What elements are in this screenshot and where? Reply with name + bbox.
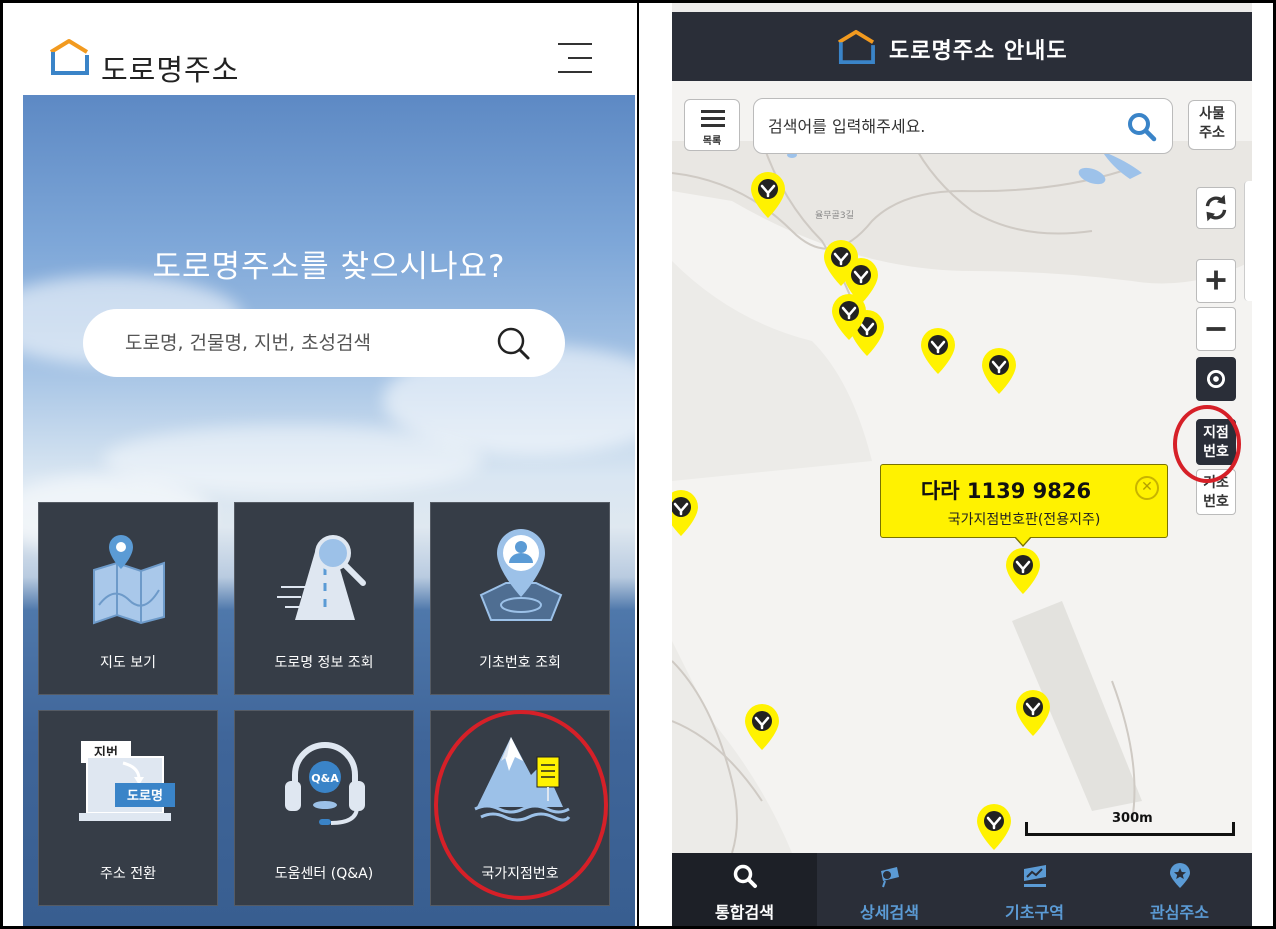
point-marker-icon[interactable] <box>919 327 957 375</box>
my-location-button[interactable] <box>1196 357 1236 401</box>
minus-icon <box>1206 327 1226 331</box>
list-menu-button[interactable]: 목록 <box>684 99 740 151</box>
thing-address-line2: 주소 <box>1199 125 1225 141</box>
map-search-input[interactable] <box>768 99 1108 153</box>
side-drawer-handle[interactable] <box>1244 181 1252 301</box>
badge-doromyeong: 도로명 <box>127 788 163 804</box>
map-pin-icon <box>93 535 165 625</box>
search-icon <box>733 864 757 888</box>
refresh-button[interactable] <box>1196 187 1236 229</box>
headset-icon: Q&A <box>285 742 365 825</box>
base-number-line2: 번호 <box>1203 494 1229 510</box>
left-panel-home: 도로명주소 도로명주소를 찾으시나요? 도로명, 건물명, 지번, 초성검색 지… <box>3 3 637 926</box>
house-logo-icon[interactable] <box>47 38 91 76</box>
plus-icon <box>1206 270 1226 290</box>
point-marker-icon[interactable] <box>830 293 868 341</box>
main-search-input[interactable] <box>125 309 485 377</box>
road-name-label: 율무골3길 <box>815 211 854 221</box>
tab-label: 상세검색 <box>860 903 919 922</box>
tile-label: 기초번호 조회 <box>479 655 561 671</box>
map-title: 도로명주소 안내도 <box>889 39 1068 64</box>
popup-point-type: 국가지점번호판(전용지주) <box>947 512 1101 528</box>
thing-address-line1: 사물 <box>1199 106 1225 122</box>
point-marker-icon[interactable] <box>749 171 787 219</box>
popup-tail-fill <box>1015 536 1031 545</box>
hero-heading: 도로명주소를 찾으시나요? <box>152 249 506 285</box>
bottom-tab-bar: 통합검색 상세검색 기초구역 관심주소 <box>672 853 1252 926</box>
tile-base-number[interactable]: 기초번호 조회 <box>430 502 610 695</box>
tile-address-convert[interactable]: 지번 도로명 주소 전환 <box>38 710 218 906</box>
scale-bar <box>1025 822 1235 836</box>
main-search-box <box>83 309 565 377</box>
road-search-icon <box>277 535 366 620</box>
location-target-icon <box>1206 369 1226 389</box>
point-marker-icon[interactable] <box>980 347 1018 395</box>
tile-map-view[interactable]: 지도 보기 <box>38 502 218 695</box>
popup-point-number: 다라 1139 9826 <box>920 479 1092 503</box>
house-logo-icon[interactable] <box>835 29 877 65</box>
detail-search-icon <box>881 867 899 888</box>
refresh-icon <box>1205 194 1227 222</box>
tab-base-zone[interactable]: 기초구역 <box>962 853 1107 926</box>
tile-label: 도움센터 (Q&A) <box>274 866 374 882</box>
tile-help-center[interactable]: Q&A 도움센터 (Q&A) <box>234 710 414 906</box>
badge-qna: Q&A <box>311 772 339 785</box>
zone-map-icon <box>1024 865 1046 887</box>
hamburger-menu-icon[interactable] <box>556 41 592 75</box>
highlight-circle-national-point <box>434 710 608 900</box>
point-info-popup: 다라 1139 9826 국가지점번호판(전용지주) ✕ <box>880 464 1168 538</box>
address-convert-icon: 지번 도로명 <box>79 741 175 821</box>
tile-label: 주소 전환 <box>100 866 156 882</box>
highlight-circle-point-number <box>1173 405 1241 483</box>
tab-label: 기초구역 <box>1005 903 1064 922</box>
favorite-pin-icon <box>1170 863 1190 888</box>
tab-favorite-address[interactable]: 관심주소 <box>1107 853 1252 926</box>
search-icon[interactable] <box>495 325 531 361</box>
zoom-in-button[interactable] <box>1196 259 1236 303</box>
selected-point-marker-icon[interactable] <box>1004 547 1042 595</box>
map-canvas[interactable]: 율무골3길 다라 1139 9826 국가지점번호판(전용지주) ✕ 300m <box>672 81 1252 853</box>
tile-label: 도로명 정보 조회 <box>274 655 374 671</box>
zoom-out-button[interactable] <box>1196 307 1236 351</box>
point-marker-icon[interactable] <box>672 489 700 537</box>
map-header: 도로명주소 안내도 <box>672 12 1252 81</box>
point-marker-icon[interactable] <box>743 703 781 751</box>
thing-address-button[interactable]: 사물 주소 <box>1188 100 1236 150</box>
app-title: 도로명주소 <box>101 53 240 87</box>
map-search-box <box>753 98 1173 154</box>
point-marker-icon[interactable] <box>975 803 1013 851</box>
tile-road-info[interactable]: 도로명 정보 조회 <box>234 502 414 695</box>
search-icon[interactable] <box>1126 111 1158 143</box>
tab-label: 관심주소 <box>1150 903 1209 922</box>
location-person-icon <box>479 529 563 621</box>
tile-label: 지도 보기 <box>100 655 156 671</box>
tab-detail-search[interactable]: 상세검색 <box>817 853 962 926</box>
close-icon[interactable]: ✕ <box>1135 476 1159 500</box>
point-marker-icon[interactable] <box>1014 689 1052 737</box>
right-panel-map: 도로명주소 안내도 율무골3길 다라 1139 9826 국가지점번호판(전용지… <box>639 3 1273 926</box>
app-header: 도로명주소 <box>3 3 637 95</box>
list-menu-label: 목록 <box>702 136 722 147</box>
tab-label: 통합검색 <box>715 903 774 922</box>
tab-integrated-search[interactable]: 통합검색 <box>672 853 817 926</box>
